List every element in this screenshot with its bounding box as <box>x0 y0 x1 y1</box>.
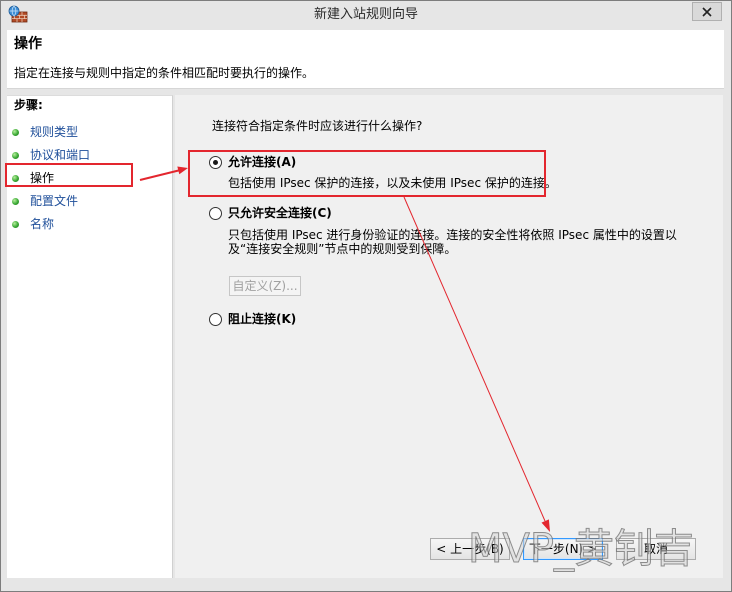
step-item-action[interactable]: 操作 <box>7 170 167 186</box>
green-dot-icon <box>12 129 19 136</box>
step-item-protocol-ports[interactable]: 协议和端口 <box>7 147 167 163</box>
cancel-button[interactable]: 取消 <box>616 538 696 560</box>
steps-heading: 步骤: <box>14 98 43 112</box>
wizard-header: 操作 指定在连接与规则中指定的条件相匹配时要执行的操作。 <box>7 30 724 89</box>
step-label: 名称 <box>30 217 55 231</box>
close-icon <box>702 6 712 17</box>
close-button[interactable] <box>692 2 722 21</box>
steps-pane: 步骤: 规则类型 协议和端口 操作 配置文件 名称 <box>7 95 173 578</box>
radio-block-connection[interactable] <box>209 313 222 326</box>
page-description: 指定在连接与规则中指定的条件相匹配时要执行的操作。 <box>14 66 315 80</box>
option-allow-connection[interactable]: 允许连接(A) 包括使用 IPsec 保护的连接，以及未使用 IPsec 保护的… <box>209 154 689 194</box>
back-button[interactable]: < 上一步(B) <box>430 538 510 560</box>
step-item-profile[interactable]: 配置文件 <box>7 193 167 209</box>
page-title: 操作 <box>14 36 42 52</box>
step-label: 操作 <box>30 171 55 185</box>
option-description-secure-line1: 只包括使用 IPsec 进行身份验证的连接。连接的安全性将依照 IPsec 属性… <box>228 228 677 242</box>
option-label-block[interactable]: 阻止连接(K) <box>228 311 296 327</box>
step-item-name[interactable]: 名称 <box>7 216 167 232</box>
option-description-allow: 包括使用 IPsec 保护的连接，以及未使用 IPsec 保护的连接。 <box>228 176 557 190</box>
step-label: 协议和端口 <box>30 148 91 162</box>
action-question: 连接符合指定条件时应该进行什么操作? <box>212 119 423 133</box>
option-description-secure-line2: 及“连接安全规则”节点中的规则受到保障。 <box>228 242 457 256</box>
title-bar[interactable]: 新建入站规则向导 <box>0 0 732 29</box>
radio-allow-connection[interactable] <box>209 156 222 169</box>
green-dot-icon <box>12 152 19 159</box>
option-block-connection[interactable]: 阻止连接(K) <box>209 311 409 329</box>
step-label: 规则类型 <box>30 125 79 139</box>
option-label-allow[interactable]: 允许连接(A) <box>228 154 296 170</box>
green-dot-icon <box>12 175 19 182</box>
customize-button[interactable]: 自定义(Z)... <box>229 276 301 296</box>
option-label-secure[interactable]: 只允许安全连接(C) <box>228 205 332 221</box>
next-button[interactable]: 下一步(N) > <box>523 538 603 560</box>
option-allow-secure-connection[interactable]: 只允许安全连接(C) 只包括使用 IPsec 进行身份验证的连接。连接的安全性将… <box>209 205 699 260</box>
green-dot-icon <box>12 221 19 228</box>
window-title: 新建入站规则向导 <box>313 7 418 22</box>
step-label: 配置文件 <box>30 194 79 208</box>
radio-allow-secure-connection[interactable] <box>209 207 222 220</box>
step-item-rule-type[interactable]: 规则类型 <box>7 124 167 140</box>
content-pane: 连接符合指定条件时应该进行什么操作? 允许连接(A) 包括使用 IPsec 保护… <box>175 95 723 578</box>
green-dot-icon <box>12 198 19 205</box>
